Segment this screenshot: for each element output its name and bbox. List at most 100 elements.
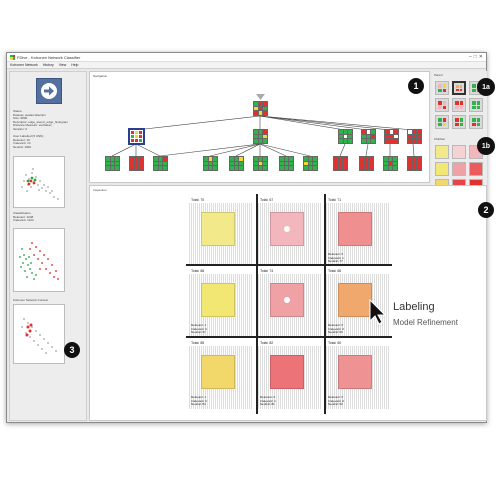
som-node[interactable] [333, 156, 348, 171]
menu-help[interactable]: Help [71, 63, 78, 67]
cursor-icon [369, 299, 387, 325]
tile-stat-line: Neutral: 60 [328, 402, 343, 407]
som-node[interactable] [253, 129, 268, 144]
next-iteration-button[interactable] [36, 78, 62, 104]
grid-separator [186, 336, 392, 338]
classification-scatter-plot[interactable] [13, 228, 65, 292]
tile-total: Total: 85 [191, 341, 205, 345]
scatter-plot-1 [21, 168, 59, 200]
cluster-prototype [338, 283, 372, 317]
badge-1a: 1a [477, 78, 495, 96]
classification-line: Irrelevant: 1122 [13, 218, 34, 223]
som-node[interactable] [253, 156, 268, 171]
tile-stats: Relevant: 0 Irrelevant: 0 Neutral: 66 [328, 324, 344, 335]
parent-cell[interactable] [435, 81, 449, 95]
selection-dot [284, 297, 290, 303]
som-node[interactable] [203, 156, 218, 171]
som-node[interactable] [383, 156, 398, 171]
child-cell[interactable] [435, 162, 449, 176]
inspection-tile[interactable]: Total: 60 Relevant: 0 Irrelevant: 0 Neutral… [326, 339, 390, 409]
som-node[interactable] [153, 156, 168, 171]
som-node[interactable] [361, 129, 376, 144]
som-node-root[interactable] [253, 101, 268, 116]
left-panel: Status: Dataset: avatarcollection Size: … [9, 71, 87, 421]
classification-block: Classification Relevant: 1048 Irrelevant… [13, 211, 34, 223]
cluster-prototype [338, 355, 372, 389]
status-block: Status: Dataset: avatarcollection Size: … [13, 109, 68, 132]
tile-total: Total: 67 [260, 198, 274, 202]
som-node[interactable] [359, 156, 374, 171]
selection-dot [284, 226, 290, 232]
menu-kohonen-network[interactable]: Kohonen Network [10, 63, 38, 67]
tile-total: Total: 74 [260, 269, 274, 273]
som-node[interactable] [105, 156, 120, 171]
parent-cell[interactable] [435, 98, 449, 112]
som-node[interactable] [229, 156, 244, 171]
tile-stats: Relevant: 0 Irrelevant: 0 Neutral: 60 [328, 396, 344, 407]
app-logo-icon [10, 54, 15, 60]
scatter-plot-3 [21, 318, 57, 354]
tile-stats: Relevant: 1 Irrelevant: 0 Neutral: 67 [191, 324, 207, 335]
network-context-plot[interactable] [13, 304, 65, 364]
child-cell[interactable] [435, 145, 449, 159]
menu-history[interactable]: History [43, 63, 54, 67]
inspection-tile[interactable]: Total: 74 [258, 267, 322, 337]
som-node[interactable] [279, 156, 294, 171]
children-title: Children [434, 137, 446, 141]
cluster-prototype [338, 212, 372, 246]
user-labeled-block: User Labelled (5 UNN) Relevant: 10 Irrel… [13, 134, 43, 149]
cluster-prototype [270, 355, 304, 389]
som-node[interactable] [407, 156, 422, 171]
child-cell[interactable] [452, 162, 466, 176]
inspection-tile[interactable]: Total: 71 Relevant: 0 Irrelevant: 1 Neutral… [326, 196, 390, 266]
menu-bar: Kohonen Network History View Help [7, 62, 486, 69]
cluster-prototype [201, 283, 235, 317]
parent-cell-selected[interactable] [452, 81, 466, 95]
grid-separator [186, 264, 392, 266]
parent-cell[interactable] [469, 115, 483, 129]
som-node[interactable] [129, 156, 144, 171]
tile-total: Total: 66 [328, 269, 342, 273]
tile-stat-line: Neutral: 84 [191, 402, 206, 407]
user-labeled-line: Neutral: 1000 [13, 144, 32, 149]
window-title: FDive - Kohonen Network Classifier [17, 54, 81, 60]
parent-cell[interactable] [452, 98, 466, 112]
som-node[interactable] [338, 129, 353, 144]
grid-separator [256, 194, 258, 414]
minimize-icon[interactable]: – [469, 54, 472, 60]
tile-total: Total: 70 [191, 198, 205, 202]
inspection-tile[interactable]: Total: 70 [189, 196, 253, 266]
badge-3: 3 [64, 342, 80, 358]
parent-cell[interactable] [435, 115, 449, 129]
maximize-icon[interactable]: □ [474, 54, 477, 60]
som-node[interactable] [407, 129, 422, 144]
som-node[interactable] [384, 129, 399, 144]
som-node[interactable] [303, 156, 318, 171]
tile-stat-line: Neutral: 81 [260, 402, 275, 407]
arrow-right-icon [41, 83, 57, 99]
inspection-tile[interactable]: Total: 67 [258, 196, 322, 266]
parent-title: Parent [434, 73, 443, 77]
annotation-subtitle: Model Refinement [393, 318, 458, 327]
child-cell[interactable] [452, 145, 466, 159]
child-cell[interactable] [469, 162, 483, 176]
tile-stat-line: Neutral: 67 [191, 330, 206, 335]
parent-cell[interactable] [469, 98, 483, 112]
navigation-panel: Navigation [89, 71, 430, 183]
parent-cell[interactable] [452, 115, 466, 129]
tile-stats: Relevant: 1 Irrelevant: 0 Neutral: 84 [191, 396, 207, 407]
scatter-plot-2 [19, 242, 59, 280]
user-labeled-scatter-plot[interactable] [13, 156, 65, 208]
tile-total: Total: 60 [328, 341, 342, 345]
badge-1: 1 [408, 78, 424, 94]
inspection-tile[interactable]: Total: 82 Relevant: 0 Irrelevant: 1 Neutral… [258, 339, 322, 409]
close-icon[interactable]: ✕ [479, 54, 483, 60]
badge-2: 2 [478, 202, 494, 218]
inspection-tile[interactable]: Total: 68 Relevant: 1 Irrelevant: 0 Neutral… [189, 267, 253, 337]
som-node-selected[interactable] [128, 128, 145, 145]
grid-separator [324, 194, 326, 414]
tile-total: Total: 68 [191, 269, 205, 273]
menu-view[interactable]: View [59, 63, 67, 67]
tile-total: Total: 82 [260, 341, 274, 345]
inspection-tile[interactable]: Total: 85 Relevant: 1 Irrelevant: 0 Neutral… [189, 339, 253, 409]
